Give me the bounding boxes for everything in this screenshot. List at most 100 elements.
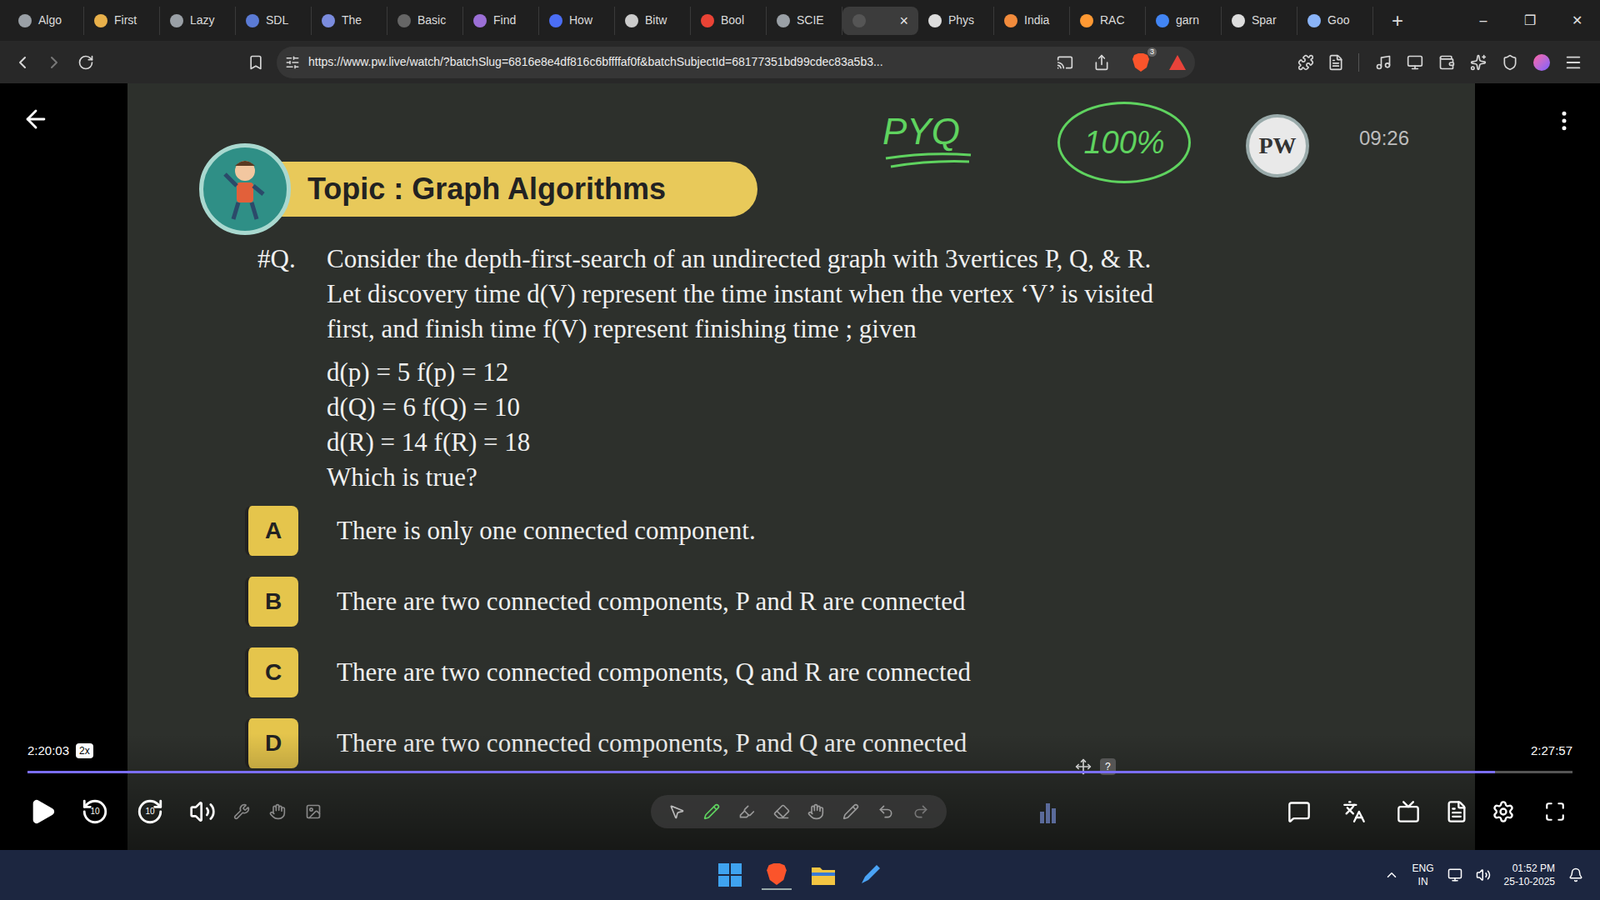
- question-line: Consider the depth-first-search of an un…: [326, 241, 1154, 277]
- speed-badge[interactable]: 2x: [75, 743, 94, 759]
- notes-icon: [1445, 800, 1469, 824]
- sidebar-button[interactable]: [1402, 50, 1428, 75]
- browser-tab[interactable]: India: [994, 6, 1070, 35]
- leo-button[interactable]: [1465, 50, 1491, 75]
- topic-banner: Topic : Graph Algorithms: [199, 143, 758, 235]
- browser-tab[interactable]: First: [84, 6, 160, 35]
- browser-tab[interactable]: Spar: [1221, 6, 1298, 35]
- notification-bell-icon[interactable]: [1568, 867, 1584, 883]
- language-indicator[interactable]: ENGIN: [1412, 861, 1435, 889]
- question-number: #Q.: [257, 241, 327, 495]
- hand-icon: [269, 803, 286, 820]
- bookmark-button[interactable]: [243, 50, 269, 75]
- shield-icon: [1501, 54, 1519, 71]
- browser-tab[interactable]: Lazy: [160, 6, 236, 35]
- hand-icon[interactable]: [807, 803, 825, 820]
- new-tab-button[interactable]: +: [1385, 8, 1410, 34]
- image-icon: [305, 803, 322, 820]
- gear-icon: [1491, 800, 1515, 824]
- skip-back-button[interactable]: 10: [80, 796, 110, 827]
- settings-button[interactable]: [1490, 798, 1517, 825]
- folder-icon: [810, 864, 836, 886]
- speaker-icon[interactable]: [1475, 867, 1491, 883]
- browser-tab[interactable]: Find: [463, 6, 540, 35]
- browser-tab[interactable]: Bitw: [615, 6, 691, 35]
- url-text: https://www.pw.live/watch/?batchSlug=681…: [308, 53, 1049, 71]
- tray-chevron-icon[interactable]: [1384, 867, 1400, 883]
- undo-icon[interactable]: [877, 803, 895, 820]
- pen-icon[interactable]: [703, 803, 720, 820]
- brave-taskbar-button[interactable]: [761, 860, 792, 890]
- browser-tab[interactable]: Goo: [1297, 6, 1374, 35]
- vpn-button[interactable]: [1497, 50, 1523, 75]
- network-icon[interactable]: [1447, 867, 1463, 883]
- tab-label: Basic: [417, 11, 446, 30]
- browser-tab[interactable]: Bool: [690, 6, 767, 35]
- browser-tab[interactable]: Algo: [8, 6, 85, 35]
- highlighter-icon[interactable]: [738, 803, 755, 820]
- sparkles-icon: [1470, 54, 1487, 71]
- option-badge: B: [245, 576, 299, 627]
- browser-tab[interactable]: garn: [1145, 6, 1222, 35]
- eraser-icon[interactable]: [773, 803, 790, 820]
- notes-button[interactable]: [1443, 798, 1470, 825]
- tool-button[interactable]: [267, 801, 288, 822]
- forward-button[interactable]: [41, 50, 67, 75]
- progress-bar[interactable]: [27, 770, 1573, 774]
- skip-forward-button[interactable]: 10: [135, 796, 165, 827]
- share-icon[interactable]: [1093, 54, 1110, 71]
- browser-tab[interactable]: SDL: [235, 6, 312, 35]
- window-control-button[interactable]: ✕: [1553, 4, 1600, 38]
- tab-favicon-icon: [776, 14, 790, 28]
- tool-button[interactable]: [303, 801, 324, 822]
- tab-favicon-icon: [94, 14, 108, 28]
- pencil-icon[interactable]: [842, 803, 860, 820]
- media-button[interactable]: [1370, 50, 1396, 75]
- reader-button[interactable]: [1323, 50, 1349, 75]
- extensions-button[interactable]: [1293, 50, 1319, 75]
- browser-tab[interactable]: ×: [842, 6, 919, 35]
- poll-button[interactable]: [1038, 799, 1059, 825]
- pointer-icon[interactable]: [668, 803, 685, 820]
- option[interactable]: AThere is only one connected component.: [245, 505, 1475, 556]
- browser-tab[interactable]: Phys: [918, 6, 995, 35]
- chat-button[interactable]: [1285, 798, 1313, 825]
- browser-tab[interactable]: How: [539, 6, 615, 35]
- redo-icon[interactable]: [912, 803, 930, 820]
- topic-avatar: [199, 143, 291, 235]
- given-line: d(R) = 14 f(R) = 18: [326, 425, 1154, 460]
- browser-tab[interactable]: RAC: [1070, 6, 1146, 35]
- cast-icon[interactable]: [1056, 54, 1074, 71]
- translate-button[interactable]: [1340, 798, 1368, 825]
- reload-button[interactable]: [73, 50, 99, 75]
- more-options-button[interactable]: [1550, 106, 1579, 135]
- video-mode-button[interactable]: [1395, 798, 1422, 825]
- brave-shields-button[interactable]: 3: [1131, 52, 1150, 73]
- option[interactable]: CThere are two connected components, Q a…: [245, 647, 1475, 698]
- wallet-button[interactable]: [1434, 50, 1460, 75]
- play-button[interactable]: [27, 796, 58, 827]
- pen-taskbar-button[interactable]: [855, 860, 885, 890]
- profile-button[interactable]: [1529, 50, 1555, 75]
- rewards-triangle-icon[interactable]: [1168, 54, 1187, 71]
- volume-button[interactable]: [187, 796, 218, 827]
- page-back-button[interactable]: [20, 104, 51, 135]
- wrench-icon: [233, 803, 250, 820]
- browser-tab[interactable]: The: [311, 6, 388, 35]
- given-line: d(p) = 5 f(p) = 12: [326, 355, 1154, 390]
- browser-tab[interactable]: Basic: [387, 6, 464, 35]
- cartoon-person-icon: [220, 155, 270, 223]
- window-control-button[interactable]: ❐: [1506, 4, 1554, 38]
- browser-tab[interactable]: SCIE: [766, 6, 843, 35]
- tab-close-button[interactable]: ×: [899, 13, 909, 29]
- address-field[interactable]: https://www.pw.live/watch/?batchSlug=681…: [276, 46, 1195, 79]
- fullscreen-button[interactable]: [1541, 798, 1569, 825]
- start-button[interactable]: [715, 860, 745, 890]
- explorer-taskbar-button[interactable]: [808, 860, 839, 890]
- tool-button[interactable]: [231, 801, 252, 822]
- window-control-button[interactable]: –: [1460, 4, 1507, 38]
- clock[interactable]: 01:52 PM25-10-2025: [1504, 861, 1555, 889]
- option[interactable]: BThere are two connected components, P a…: [245, 576, 1475, 627]
- menu-button[interactable]: [1560, 50, 1586, 75]
- back-button[interactable]: [10, 50, 35, 75]
